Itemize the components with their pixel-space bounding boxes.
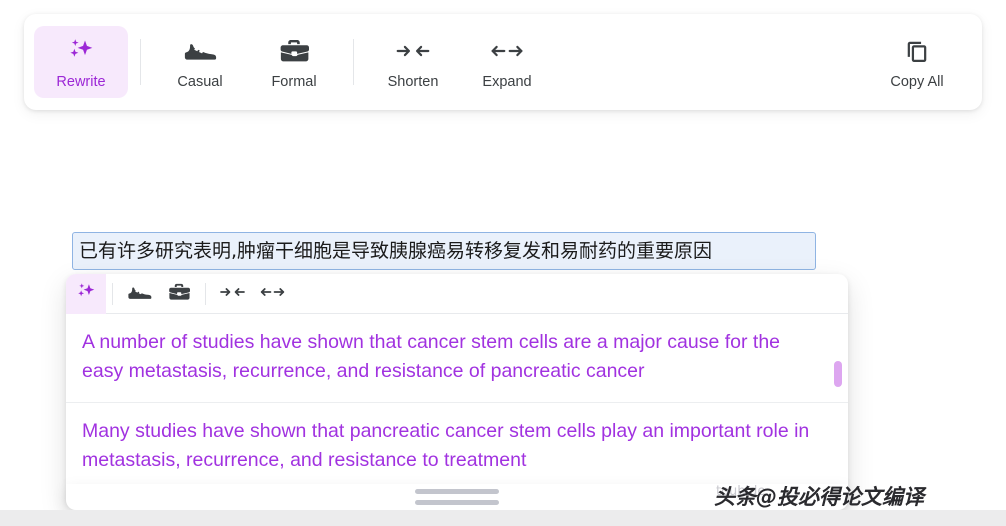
watermark: 头条@投必得论文编译: [714, 485, 924, 509]
mini-divider-1: [112, 282, 113, 305]
toolbar-divider-2: [353, 39, 354, 85]
toolbar-label-rewrite: Rewrite: [56, 74, 106, 91]
briefcase-icon: [168, 281, 190, 306]
toolbar-label-shorten: Shorten: [387, 74, 439, 91]
mini-button-formal[interactable]: [159, 274, 199, 314]
expand-arrows-icon: [489, 34, 525, 68]
mini-button-shorten[interactable]: [212, 274, 252, 314]
toolbar-label-casual: Casual: [177, 74, 223, 91]
suggestion-item[interactable]: Many studies have shown that pancreatic …: [66, 403, 848, 492]
mini-divider-2: [205, 282, 206, 305]
drag-bar: [415, 500, 499, 505]
briefcase-icon: [279, 34, 309, 68]
page-bottom-strip: [0, 510, 1006, 526]
suggestion-text: A number of studies have shown that canc…: [82, 331, 781, 382]
expand-arrows-icon: [259, 283, 286, 304]
panel-resize-handle[interactable]: [415, 489, 499, 505]
sparkle-icon: [66, 34, 96, 68]
toolbar-button-rewrite[interactable]: Rewrite: [34, 26, 128, 98]
mini-button-rewrite[interactable]: [66, 274, 106, 314]
shorten-arrows-icon: [219, 283, 246, 304]
toolbar-button-formal[interactable]: Formal: [247, 26, 341, 98]
sneaker-icon: [183, 34, 217, 68]
shorten-arrows-icon: [395, 34, 431, 68]
copy-all-button[interactable]: Copy All: [862, 26, 972, 98]
suggestion-list: A number of studies have shown that canc…: [66, 314, 848, 504]
toolbar-label-expand: Expand: [482, 74, 532, 91]
toolbar-button-shorten[interactable]: Shorten: [366, 26, 460, 98]
mini-button-casual[interactable]: [119, 274, 159, 314]
toolbar-button-expand[interactable]: Expand: [460, 26, 554, 98]
panel-scrollbar-thumb[interactable]: [834, 361, 842, 387]
drag-bar: [415, 489, 499, 494]
toolbar-label-formal: Formal: [271, 74, 317, 91]
rewrite-suggestions-panel: A number of studies have shown that canc…: [66, 274, 848, 504]
suggestion-item[interactable]: A number of studies have shown that canc…: [66, 314, 848, 403]
panel-mini-toolbar: [66, 274, 848, 314]
suggestion-text: Many studies have shown that pancreatic …: [82, 420, 810, 471]
mini-button-expand[interactable]: [252, 274, 292, 314]
source-text-value: 已有许多研究表明,肿瘤干细胞是导致胰腺癌易转移复发和易耐药的重要原因: [79, 239, 713, 262]
sneaker-icon: [127, 282, 152, 306]
source-text-input[interactable]: 已有许多研究表明,肿瘤干细胞是导致胰腺癌易转移复发和易耐药的重要原因: [72, 232, 816, 270]
toolbar-button-casual[interactable]: Casual: [153, 26, 247, 98]
copy-all-label: Copy All: [890, 74, 944, 91]
copy-icon: [903, 34, 931, 68]
sparkle-icon: [75, 281, 97, 306]
rewrite-toolbar: Rewrite Casual Formal Shorten Expand Cop…: [24, 14, 982, 110]
toolbar-divider-1: [140, 39, 141, 85]
